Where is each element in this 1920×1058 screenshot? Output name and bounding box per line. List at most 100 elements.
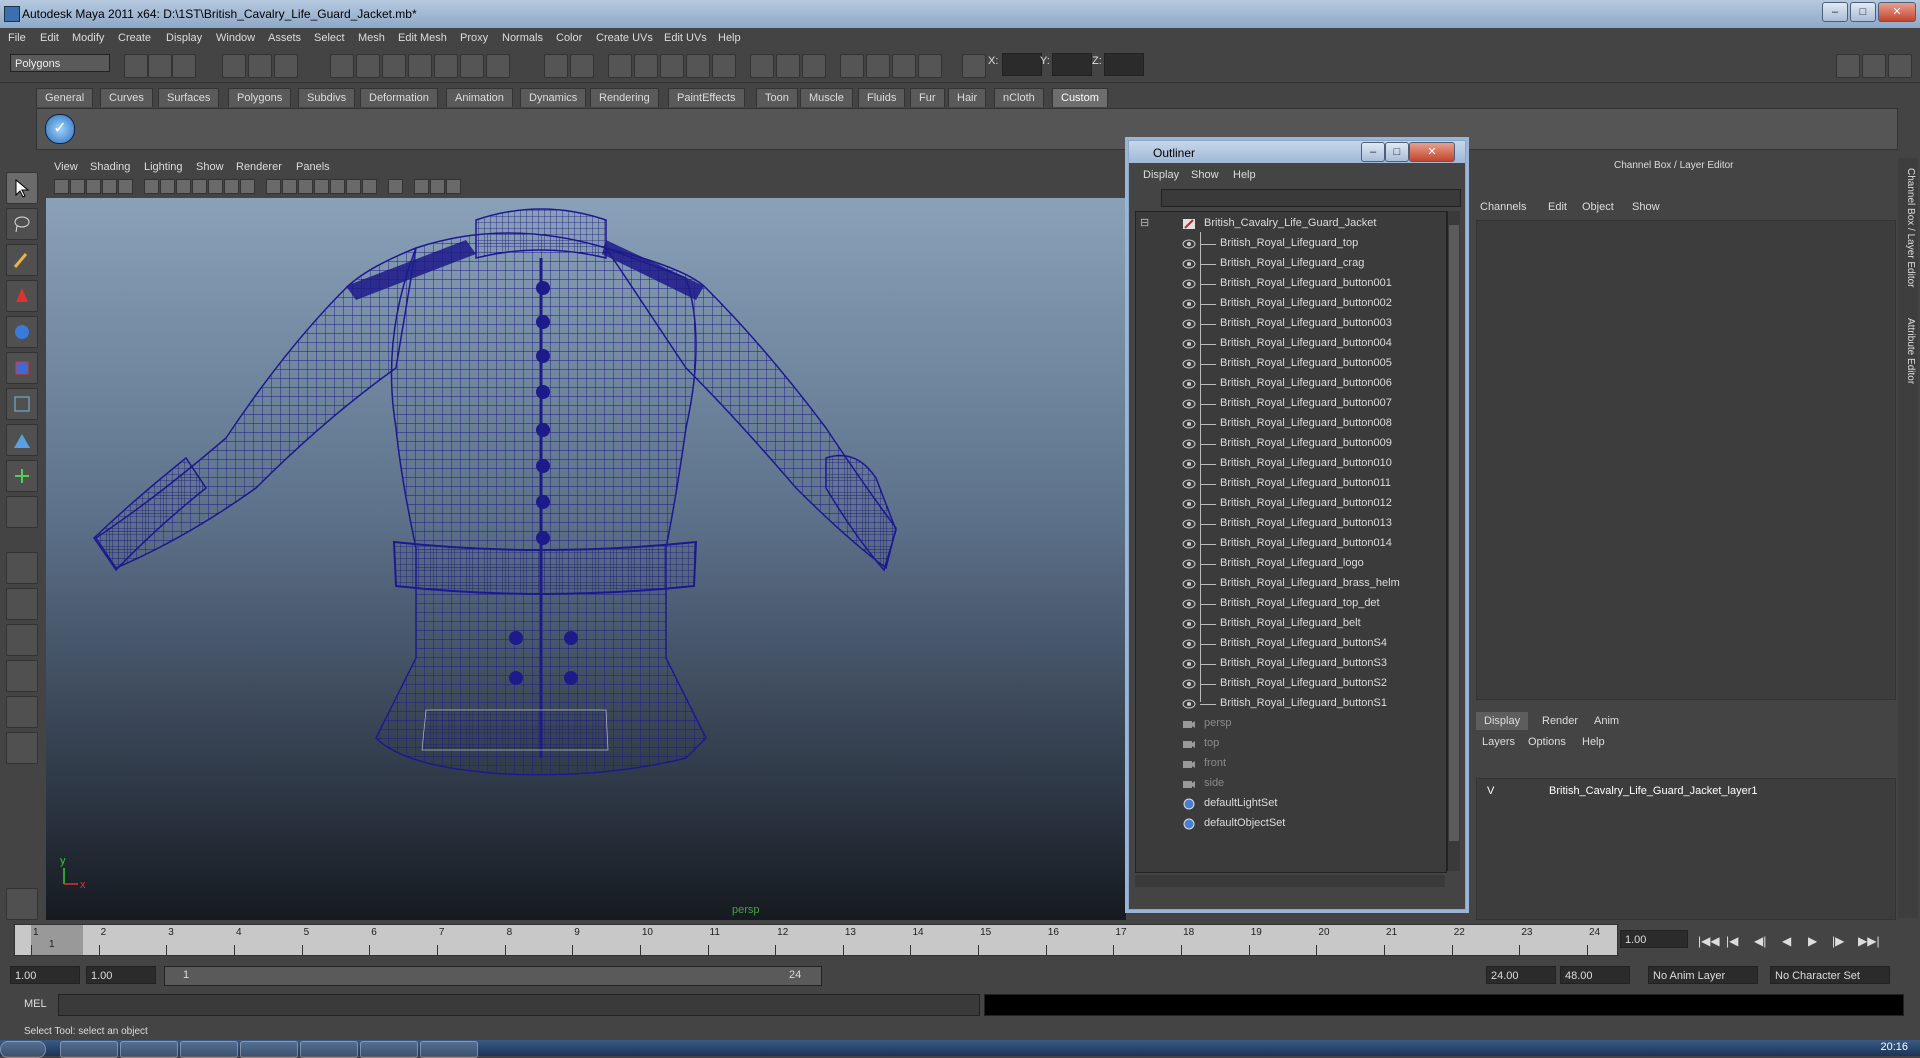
outliner-camera-row[interactable]: front [1136, 754, 1446, 774]
transform-field-icon[interactable] [962, 54, 986, 78]
vp-menu-renderer[interactable]: Renderer [236, 161, 282, 173]
render-magnet-icon[interactable] [608, 54, 632, 78]
outliner-child-row[interactable]: British_Royal_Lifeguard_crag [1136, 254, 1446, 274]
outliner-child-row[interactable]: British_Royal_Lifeguard_buttonS1 [1136, 694, 1446, 714]
vp-menu-lighting[interactable]: Lighting [144, 161, 183, 173]
select-object-icon[interactable] [248, 54, 272, 78]
taskbar-explorer[interactable] [360, 1041, 418, 1058]
side-tab-channel-box[interactable]: Channel Box / Layer Editor [1900, 168, 1916, 288]
bookmark-icon[interactable] [86, 179, 101, 194]
vp-menu-view[interactable]: View [54, 161, 78, 173]
menu-create-uvs[interactable]: Create UVs [596, 32, 653, 44]
menu-select[interactable]: Select [314, 32, 345, 44]
snap-curve-icon[interactable] [356, 54, 380, 78]
layer-tab-display[interactable]: Display [1476, 712, 1529, 730]
camera-select-icon[interactable] [54, 179, 69, 194]
outliner-child-row[interactable]: British_Royal_Lifeguard_logo [1136, 554, 1446, 574]
playback-start-field[interactable]: 1.00 [86, 966, 156, 984]
layer-tab-render[interactable]: Render [1534, 712, 1586, 730]
outliner-minimize-button[interactable]: – [1361, 142, 1385, 162]
select-component-icon[interactable] [274, 54, 298, 78]
current-frame-field[interactable]: 1.00 [1620, 930, 1688, 948]
move-tool-icon[interactable] [6, 280, 38, 312]
lock-icon[interactable] [544, 54, 568, 78]
cb-menu-edit[interactable]: Edit [1548, 201, 1567, 213]
layout-single-icon[interactable] [6, 552, 38, 584]
layout-persp-outliner-icon[interactable] [6, 732, 38, 764]
side-tab-attribute-editor[interactable]: Attribute Editor [1900, 318, 1916, 384]
go-to-end-icon[interactable]: ▶▶| [1858, 934, 1880, 948]
shelf-tab-muscle[interactable]: Muscle [800, 88, 853, 107]
shelf-tab-curves[interactable]: Curves [100, 88, 153, 107]
taskbar-photoshop[interactable] [240, 1041, 298, 1058]
outliner-child-row[interactable]: British_Royal_Lifeguard_button001 [1136, 274, 1446, 294]
outliner-camera-row[interactable]: side [1136, 774, 1446, 794]
outliner-child-row[interactable]: British_Royal_Lifeguard_buttonS2 [1136, 674, 1446, 694]
shelf-tab-fluids[interactable]: Fluids [858, 88, 906, 107]
select-highlight-icon[interactable] [570, 54, 594, 78]
menu-proxy[interactable]: Proxy [460, 32, 488, 44]
shelf-tab-toon[interactable]: Toon [756, 88, 798, 107]
time-slider[interactable]: 1 1 2 3 4 5 6 7 8 9 10 11 12 13 14 15 16 17 18 19 20 21 22 23 2… [14, 924, 1618, 956]
vp-menu-panels[interactable]: Panels [296, 161, 330, 173]
gate-mask-icon[interactable] [176, 179, 191, 194]
z-field[interactable] [1104, 53, 1144, 76]
ipr-icon[interactable] [634, 54, 658, 78]
outliner-child-row[interactable]: British_Royal_Lifeguard_buttonS3 [1136, 654, 1446, 674]
outliner-child-row[interactable]: British_Royal_Lifeguard_buttonS4 [1136, 634, 1446, 654]
show-manipulator-icon[interactable] [6, 460, 38, 492]
shelf-tab-ncloth[interactable]: nCloth [994, 88, 1044, 107]
layout-hypershade-icon[interactable] [6, 696, 38, 728]
xray-joints-icon[interactable] [430, 179, 445, 194]
shelf-tab-rendering[interactable]: Rendering [590, 88, 659, 107]
menu-mesh[interactable]: Mesh [358, 32, 385, 44]
lasso-tool-icon[interactable] [6, 208, 38, 240]
checkmark-shelf-icon[interactable]: ✓ [45, 114, 75, 144]
outliner-child-row[interactable]: British_Royal_Lifeguard_belt [1136, 614, 1446, 634]
render-view-icon[interactable] [712, 54, 736, 78]
select-tool-icon[interactable] [6, 172, 38, 204]
character-set-select[interactable]: No Character Set [1770, 966, 1890, 984]
menu-modify[interactable]: Modify [72, 32, 104, 44]
shelf-tab-deformation[interactable]: Deformation [360, 88, 438, 107]
taskbar-app-5[interactable] [300, 1041, 358, 1058]
x-field[interactable] [1002, 53, 1042, 76]
step-forward-key-icon[interactable]: |▶ [1832, 934, 1844, 948]
ipr-render-icon[interactable] [776, 54, 800, 78]
field-chart-icon[interactable] [192, 179, 207, 194]
outliner-set-row[interactable]: defaultObjectSet [1136, 814, 1446, 834]
step-back-icon[interactable]: |◀ [1726, 934, 1738, 948]
mel-label[interactable]: MEL [24, 998, 47, 1010]
le-menu-help[interactable]: Help [1582, 736, 1605, 748]
wireframe-on-shaded-icon[interactable] [298, 179, 313, 194]
end-time-field[interactable]: 48.00 [1560, 966, 1630, 984]
layer-name[interactable]: British_Cavalry_Life_Guard_Jacket_layer1 [1549, 785, 1758, 797]
outliner-close-button[interactable]: ✕ [1409, 142, 1455, 162]
show-attribute-editor-icon[interactable] [1836, 54, 1860, 78]
layout-four-icon[interactable] [6, 588, 38, 620]
cb-menu-channels[interactable]: Channels [1480, 201, 1526, 213]
shelf-tab-polygons[interactable]: Polygons [228, 88, 292, 107]
outliner-set-row[interactable]: defaultLightSet [1136, 794, 1446, 814]
menu-file[interactable]: File [8, 32, 26, 44]
collapse-icon[interactable]: ⊟ [1140, 216, 1149, 229]
outliner-child-row[interactable]: British_Royal_Lifeguard_button006 [1136, 374, 1446, 394]
close-button[interactable]: ✕ [1878, 2, 1916, 22]
film-gate-icon[interactable] [144, 179, 159, 194]
wireframe-shading-icon[interactable] [266, 179, 281, 194]
outliner-child-row[interactable]: British_Royal_Lifeguard_button003 [1136, 314, 1446, 334]
all-lights-icon[interactable] [346, 179, 361, 194]
go-to-start-icon[interactable]: |◀◀ [1698, 934, 1720, 948]
outliner-camera-row[interactable]: persp [1136, 714, 1446, 734]
render-settings-icon[interactable] [660, 54, 684, 78]
menu-window[interactable]: Window [216, 32, 255, 44]
shadows-icon[interactable] [362, 179, 377, 194]
quick-layout-icon[interactable] [6, 888, 38, 920]
snap-plane-icon[interactable] [408, 54, 432, 78]
save-scene-icon[interactable] [172, 54, 196, 78]
open-scene-icon[interactable] [148, 54, 172, 78]
render-globals-icon[interactable] [802, 54, 826, 78]
soft-modify-tool-icon[interactable] [6, 424, 38, 456]
history-icon[interactable] [460, 54, 484, 78]
outliner-menu-show[interactable]: Show [1191, 169, 1219, 181]
